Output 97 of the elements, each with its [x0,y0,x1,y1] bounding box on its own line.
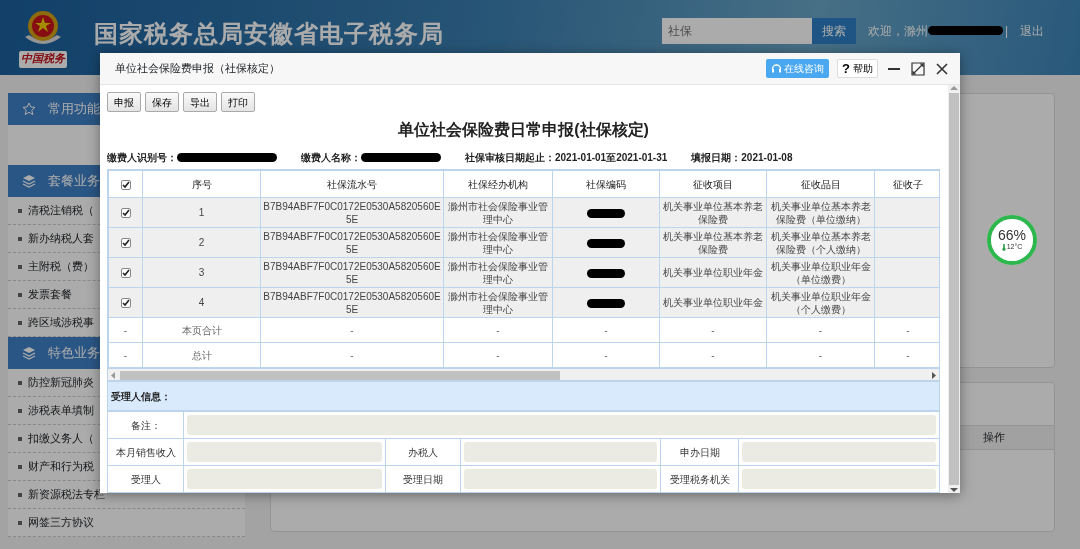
site-title: 国家税务总局安徽省电子税务局 [94,18,444,49]
separator: | [1004,22,1008,40]
table-cell: - [552,342,660,368]
headset-icon [771,63,783,74]
logo-caption: 中国税务 [19,51,67,68]
table-cell: 机关事业单位基本养老保险费（个人缴纳） [766,227,875,258]
dialog-title: 单位社会保险费申报（社保核定） [115,61,280,77]
table-cell: - [659,342,767,368]
table-cell: B7B94ABF7F0C0172E0530A5820560E5E [260,227,444,258]
table-cell: B7B94ABF7F0C0172E0530A5820560E5E [260,287,444,318]
info-label: 缴费人名称： [301,151,361,165]
table-cell: - [443,342,553,368]
section-title: 受理人信息： [111,389,171,404]
field-label: 受理日期 [385,465,461,493]
table-cell: 机关事业单位基本养老保险费（单位缴纳） [766,197,875,228]
table-cell: 3 [142,257,261,288]
bullet-icon [18,236,22,241]
table-cell: 4 [142,287,261,318]
field-label: 申办日期 [660,438,739,466]
help-button[interactable]: ? 帮助 [837,59,878,78]
bullet-icon [18,208,22,213]
toolbar-button[interactable]: 导出 [183,92,217,112]
checkbox[interactable] [120,208,131,219]
bullet-icon [18,408,22,413]
scroll-right-icon[interactable] [931,372,936,379]
field-label: 受理税务机关 [660,465,739,493]
column-header: 社保经办机构 [443,170,553,198]
info-label: 社保审核日期起止：2021-01-01至2021-01-31 [465,151,668,165]
table-cell: 滁州市社会保险事业管理中心 [443,287,553,318]
field-label: 备注： [107,411,184,439]
vertical-scrollbar[interactable] [948,85,960,493]
column-header: 征收项目 [659,170,767,198]
table-cell: 本页合计 [142,317,261,343]
table-cell: 机关事业单位职业年金 [659,287,767,318]
table-cell: 1 [142,197,261,228]
table-cell: - [766,342,875,368]
table-cell: - [260,317,444,343]
column-header: 操作 [982,430,1006,446]
layers-icon [22,346,36,360]
table-cell: 机关事业单位职业年金（单位缴费） [766,257,875,288]
table-cell: 机关事业单位基本养老保险费 [659,227,767,258]
column-header: 征收子 [874,170,939,198]
scroll-down-icon[interactable] [950,487,958,493]
checkbox[interactable] [120,268,131,279]
column-header: 社保流水号 [260,170,444,198]
scroll-left-icon[interactable] [111,372,116,379]
close-icon[interactable] [934,60,950,77]
search-button[interactable]: 搜索 [811,17,856,44]
toolbar-button[interactable]: 打印 [221,92,255,112]
layers-icon [22,174,36,188]
bullet-icon [18,264,22,269]
bullet-icon [18,380,22,385]
form-heading: 单位社会保险费日常申报(社保核定) [397,120,650,140]
column-header: 社保编码 [552,170,660,198]
table-cell: 机关事业单位职业年金（个人缴费） [766,287,875,318]
table-cell: - [108,317,143,343]
table-cell: 机关事业单位职业年金 [659,257,767,288]
checkbox[interactable] [120,179,131,190]
table-cell: 总计 [142,342,261,368]
welcome-text: 欢迎，滁州 [867,22,928,40]
info-label: 填报日期：2021-01-08 [691,151,793,165]
column-header: 征收品目 [766,170,875,198]
column-header: 序号 [142,170,261,198]
bullet-icon [18,520,22,525]
table-cell: B7B94ABF7F0C0172E0530A5820560E5E [260,257,444,288]
bullet-icon [18,436,22,441]
info-label: 缴费人识别号： [107,151,177,165]
field-label: 办税人 [385,438,461,466]
table-cell: 2 [142,227,261,258]
toolbar-button[interactable]: 申报 [107,92,141,112]
table-cell: B7B94ABF7F0C0172E0530A5820560E5E [260,197,444,228]
field-label: 受理人 [107,465,184,493]
bullet-icon [18,320,22,325]
bullet-icon [18,292,22,297]
checkbox[interactable] [120,298,131,309]
table-cell: - [108,342,143,368]
thermometer-icon [1001,243,1006,251]
table-cell: - [552,317,660,343]
table-cell: - [443,317,553,343]
table-cell: - [659,317,767,343]
table-cell: - [260,342,444,368]
menu-item[interactable]: 网签三方协议 [8,509,245,537]
table-cell: 滁州市社会保险事业管理中心 [443,257,553,288]
horizontal-scrollbar[interactable] [108,368,939,381]
field-label: 本月销售收入 [107,438,184,466]
toolbar-button[interactable]: 保存 [145,92,179,112]
table-cell: 滁州市社会保险事业管理中心 [443,197,553,228]
bullet-icon [18,464,22,469]
percent-text: 66% [998,227,1026,242]
table-cell: 滁州市社会保险事业管理中心 [443,227,553,258]
maximize-icon[interactable] [910,60,926,77]
bullet-icon [18,492,22,497]
table-cell: - [766,317,875,343]
search-field[interactable]: 社保 [661,17,812,44]
checkbox[interactable] [120,238,131,249]
star-icon [22,102,36,116]
table-cell: 机关事业单位基本养老保险费 [659,197,767,228]
